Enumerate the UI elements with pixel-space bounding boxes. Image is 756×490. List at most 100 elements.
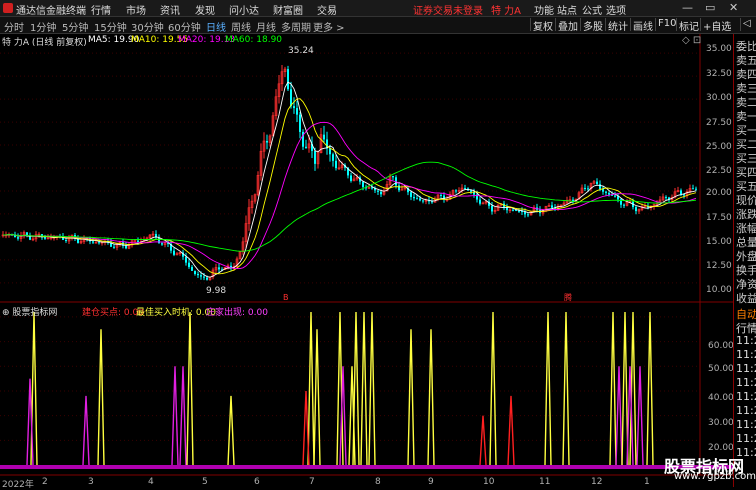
candle-body [323, 134, 325, 140]
indicator-name: ⊕ 股票指标网 [2, 308, 58, 318]
best-buy-legend: 最佳买入时机: 0.00 [136, 308, 216, 318]
x-label: 6 [254, 477, 260, 487]
indicator-spike [368, 311, 376, 466]
add-watchlist-button[interactable]: +自选 [700, 18, 733, 33]
menu-caifuquan[interactable]: 财富圈 [273, 2, 303, 17]
x-label: 10 [483, 477, 495, 487]
candle-body [113, 246, 115, 248]
indicator-spike [479, 415, 487, 466]
candle-body [185, 256, 187, 263]
mark-button[interactable]: 标记 [676, 18, 701, 33]
period-multi[interactable]: 多周期 [281, 19, 311, 34]
y-tick: 25.00 [706, 142, 732, 152]
candle-body [173, 250, 175, 255]
indicator-spike [427, 329, 435, 466]
indicator-spikes [26, 311, 654, 466]
ma60-legend: MA60: 18.90 [225, 35, 283, 45]
candle-body [551, 205, 553, 208]
period-5min[interactable]: 5分钟 [62, 19, 88, 34]
indicator-spike [615, 366, 623, 466]
candle-body [371, 187, 373, 189]
minimize-icon[interactable]: — [682, 1, 693, 14]
candle-body [587, 188, 589, 190]
candle-body [287, 69, 289, 90]
indicator-spike [507, 395, 515, 466]
period-more[interactable]: 更多 > [313, 19, 345, 34]
x-label: 2 [42, 477, 48, 487]
close-icon[interactable]: ✕ [729, 1, 738, 14]
period-1min[interactable]: 1分钟 [30, 19, 56, 34]
menu-zixun[interactable]: 资讯 [160, 2, 180, 17]
menu-gongneng[interactable]: 功能 [534, 2, 554, 17]
candle-body [44, 237, 46, 239]
app-title: 通达信金融终端 [16, 6, 86, 17]
candle-body [410, 192, 412, 197]
draw-button[interactable]: 画线 [630, 18, 655, 33]
menu-hangqing[interactable]: 行情 [91, 2, 111, 17]
title-bar: 通达信金融终端 行情 市场 资讯 发现 问小达 财富圈 交易 证券交易未登录特 … [0, 0, 756, 17]
multi-stock-button[interactable]: 多股 [580, 18, 605, 33]
indicator-spike [646, 311, 654, 466]
y-tick: 27.50 [706, 118, 732, 128]
menu-zhandian[interactable]: 站点 [557, 2, 577, 17]
fuquan-button[interactable]: 复权 [530, 18, 555, 33]
candle-body [518, 210, 520, 212]
x-label: 11 [539, 477, 551, 487]
menu-jiaoyi[interactable]: 交易 [317, 2, 337, 17]
candle-body [398, 185, 400, 191]
period-daily[interactable]: 日线 [206, 19, 226, 34]
login-status[interactable]: 证券交易未登录特 力A [413, 2, 521, 17]
candle-body [643, 206, 647, 208]
chart-canvas[interactable] [0, 34, 733, 487]
collapse-icon[interactable]: ◁ [740, 18, 753, 31]
indicator-spike [307, 311, 315, 466]
overlay-button[interactable]: 叠加 [555, 18, 580, 33]
y-tick: 30.00 [706, 93, 732, 103]
period-15min[interactable]: 15分钟 [94, 19, 127, 34]
indicator-spike [562, 311, 570, 466]
candle-body [422, 200, 424, 202]
candle-body [506, 207, 508, 211]
candle-body [26, 232, 28, 236]
candle-body [290, 89, 292, 107]
menu-faxian[interactable]: 发现 [195, 2, 215, 17]
y-tick: 20.00 [706, 188, 732, 198]
tick-time: 11:27 [736, 404, 756, 417]
candle-body [572, 199, 574, 201]
candle-body [329, 148, 331, 155]
candle-body [380, 191, 382, 195]
indicator-name-text: 股票指标网 [12, 308, 58, 318]
y-tick: 35.00 [706, 44, 732, 54]
ma-lines [3, 81, 697, 278]
candle-body [200, 275, 202, 277]
candle-body [266, 140, 268, 143]
candle-body [470, 190, 472, 192]
menu-gongshi[interactable]: 公式 [582, 2, 602, 17]
candle-body [188, 262, 190, 267]
candle-body [692, 188, 694, 190]
x-label: 7 [309, 477, 315, 487]
watermark-url: www.7gpzb.com [674, 471, 756, 482]
maximize-icon[interactable]: ▭ [705, 1, 715, 14]
menu-shichang[interactable]: 市场 [126, 2, 146, 17]
period-30min[interactable]: 30分钟 [131, 19, 164, 34]
period-monthly[interactable]: 月线 [256, 19, 276, 34]
stats-button[interactable]: 统计 [605, 18, 630, 33]
f10-button[interactable]: F10 [655, 18, 678, 31]
period-fenshi[interactable]: 分时 [4, 19, 24, 34]
chart-title: 特 力A (日线 前复权) [2, 38, 87, 48]
period-weekly[interactable]: 周线 [231, 19, 251, 34]
chart-settings-icon[interactable]: ◇ ⊡ [682, 35, 701, 46]
candle-body [695, 188, 697, 190]
candle-body [92, 241, 94, 243]
menu-wenxiaoda[interactable]: 问小达 [229, 2, 259, 17]
menu-xuanxiang[interactable]: 选项 [606, 2, 626, 17]
indicator-spike [407, 329, 415, 466]
candle-body [419, 198, 421, 201]
candle-body [635, 207, 637, 212]
candle-body [218, 267, 220, 270]
candlestick-series [1, 64, 697, 281]
ind-y-tick: 30.00 [708, 418, 734, 428]
period-60min[interactable]: 60分钟 [168, 19, 201, 34]
candle-body [623, 204, 625, 206]
